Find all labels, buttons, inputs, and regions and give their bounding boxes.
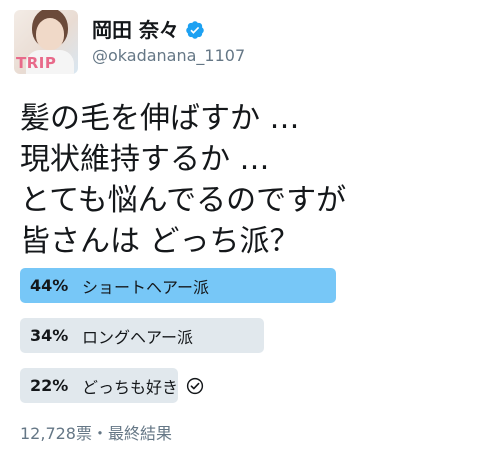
display-name-row: 岡田 奈々 bbox=[92, 17, 245, 43]
author-names: 岡田 奈々 @okadanana_1107 bbox=[92, 17, 245, 67]
avatar[interactable]: TRIP bbox=[14, 10, 78, 74]
avatar-face bbox=[36, 18, 64, 50]
poll-label: どっちも好き bbox=[82, 377, 179, 397]
poll-percent: 44% bbox=[30, 276, 69, 295]
poll-summary: 12,728票・最終結果 bbox=[20, 424, 172, 443]
poll-option-short-hair: 44% ショートヘアー派 bbox=[20, 268, 460, 303]
poll-label: ショートヘアー派 bbox=[82, 277, 210, 297]
tweet-text: 髪の毛を伸ばすか … 現状維持するか … とても悩んでるのですが 皆さんは どっ… bbox=[20, 101, 347, 259]
verified-badge-icon bbox=[186, 21, 204, 39]
poll-percent: 34% bbox=[30, 326, 69, 345]
poll-option-both: 22% どっちも好き bbox=[20, 368, 460, 403]
poll-label: ロングヘアー派 bbox=[82, 327, 194, 347]
poll: 44% ショートヘアー派 34% ロングヘアー派 22% どっちも好き bbox=[20, 268, 460, 418]
tweet-header: TRIP 岡田 奈々 @okadanana_1107 bbox=[14, 10, 245, 74]
poll-option-long-hair: 34% ロングヘアー派 bbox=[20, 318, 460, 353]
display-name[interactable]: 岡田 奈々 bbox=[92, 17, 179, 43]
selected-check-icon bbox=[186, 377, 204, 394]
poll-percent: 22% bbox=[30, 376, 69, 395]
avatar-trip-text: TRIP bbox=[16, 54, 57, 72]
user-handle[interactable]: @okadanana_1107 bbox=[92, 45, 245, 67]
